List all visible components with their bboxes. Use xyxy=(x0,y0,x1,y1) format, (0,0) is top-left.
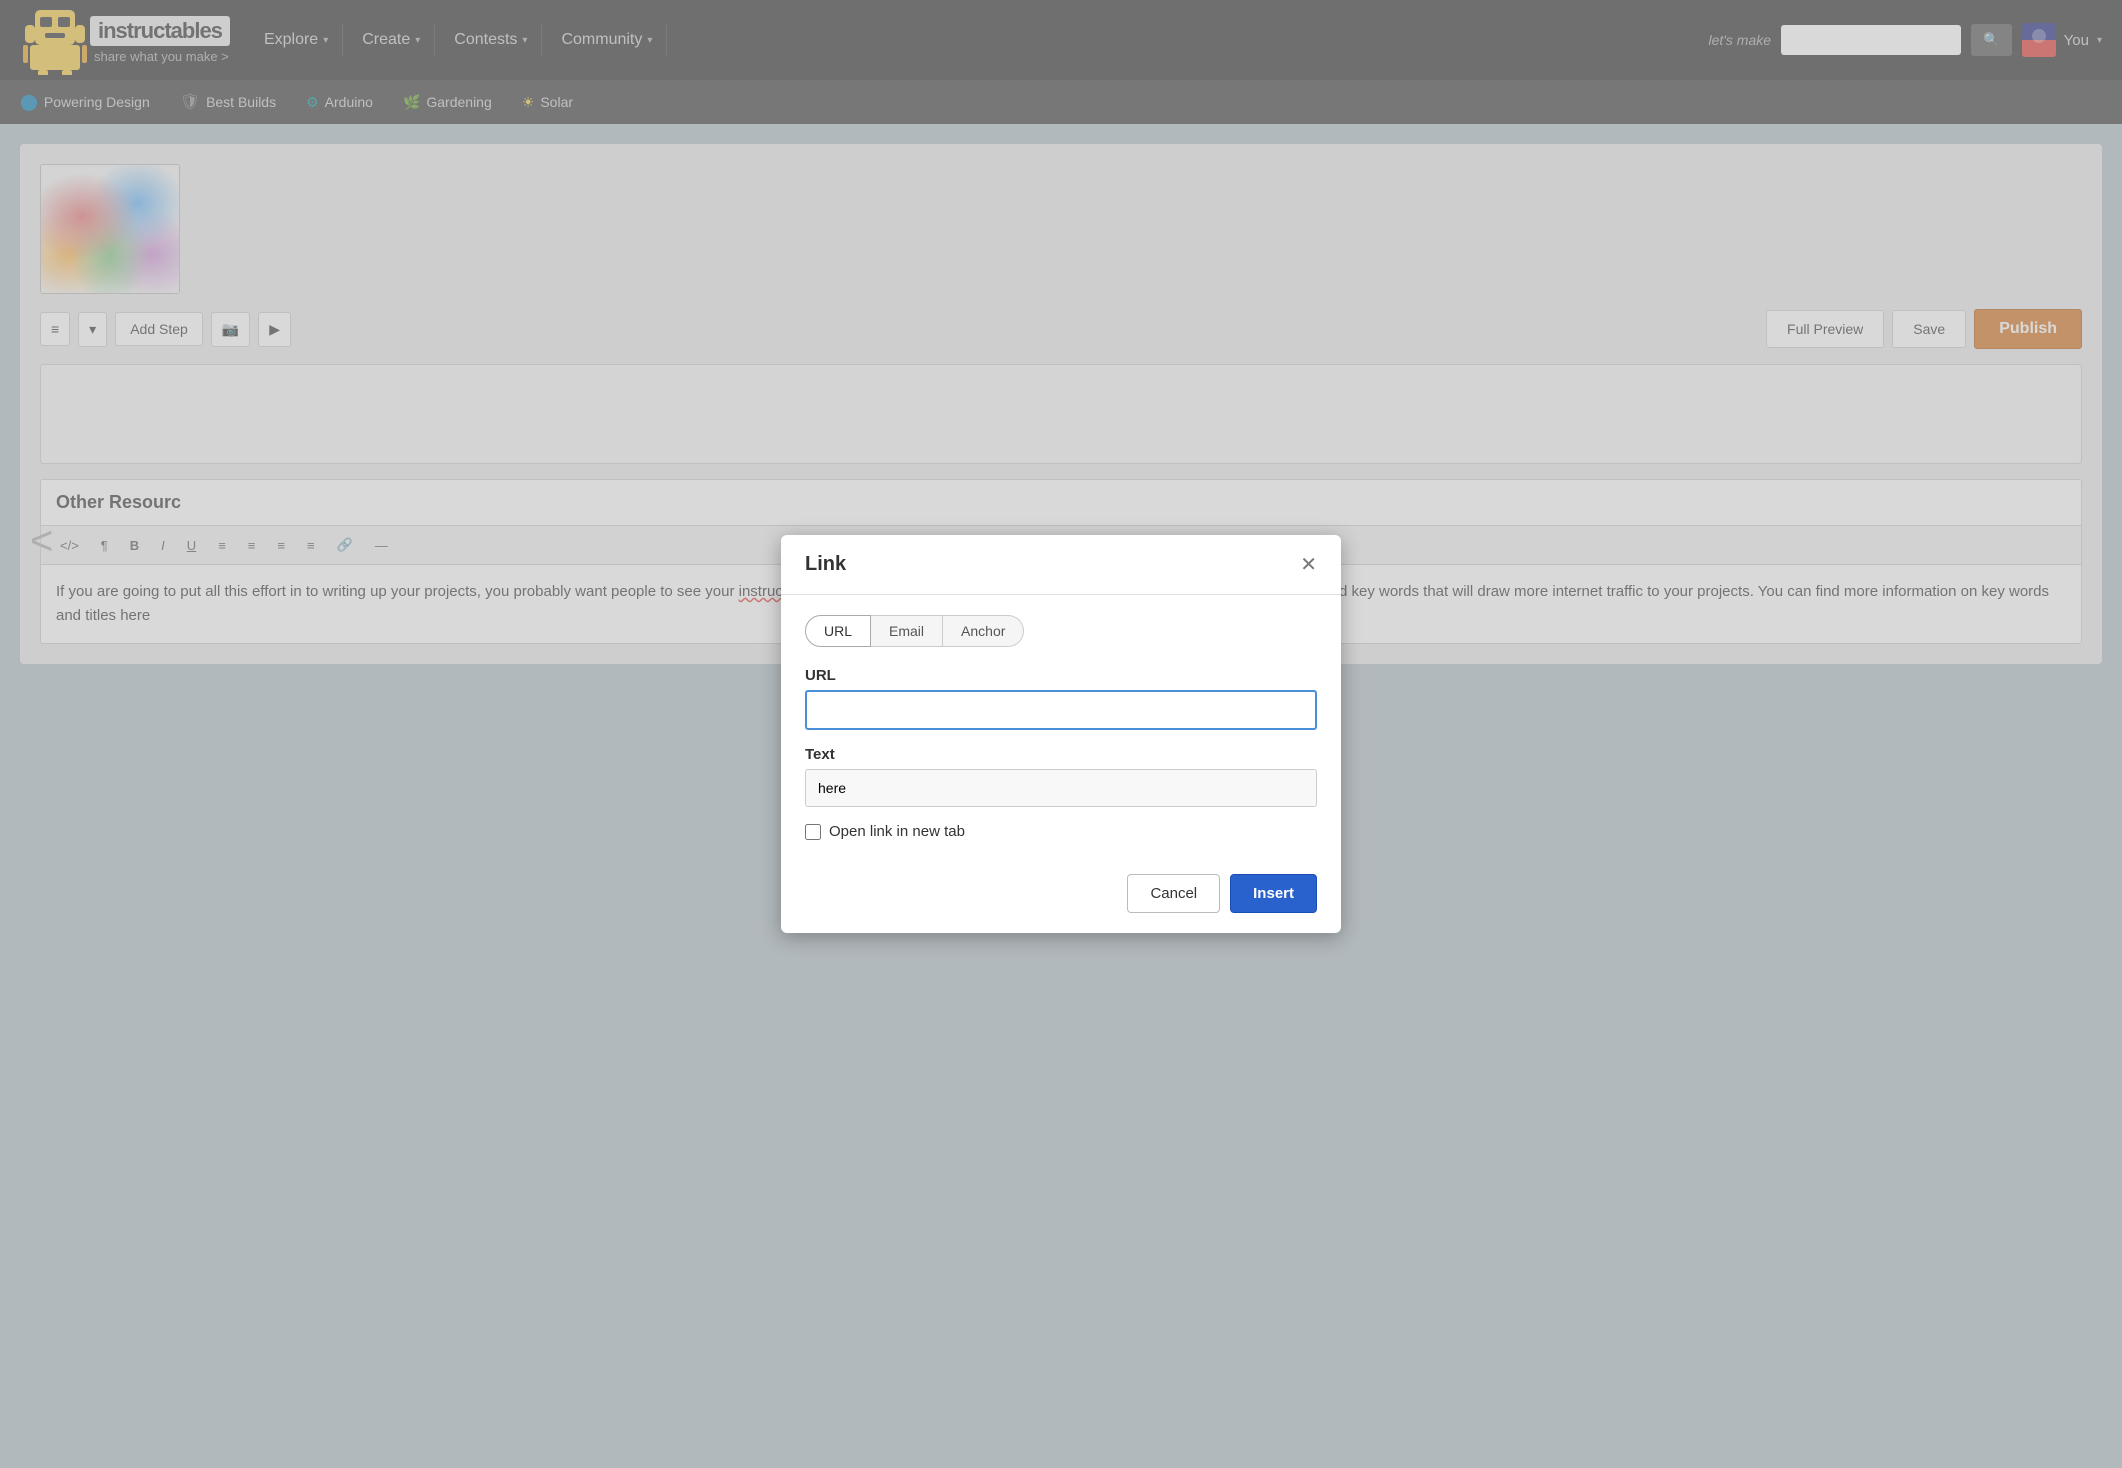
modal-overlay: Link ✕ URL Email Anchor URL Text xyxy=(0,0,2122,1468)
url-input[interactable] xyxy=(805,690,1317,730)
modal-header: Link ✕ xyxy=(781,535,1341,595)
link-modal: Link ✕ URL Email Anchor URL Text xyxy=(781,535,1341,933)
modal-footer: Cancel Insert xyxy=(781,860,1341,933)
insert-button[interactable]: Insert xyxy=(1230,874,1317,913)
new-tab-label: Open link in new tab xyxy=(829,823,965,840)
link-type-tabs: URL Email Anchor xyxy=(805,615,1317,647)
text-input[interactable] xyxy=(805,769,1317,807)
text-label: Text xyxy=(805,746,1317,763)
cancel-button[interactable]: Cancel xyxy=(1127,874,1220,913)
modal-body: URL Email Anchor URL Text Open link in n… xyxy=(781,595,1341,860)
new-tab-row: Open link in new tab xyxy=(805,823,1317,840)
url-label: URL xyxy=(805,667,1317,684)
text-form-group: Text xyxy=(805,746,1317,807)
modal-close-button[interactable]: ✕ xyxy=(1300,555,1317,575)
tab-url[interactable]: URL xyxy=(805,615,871,647)
tab-anchor[interactable]: Anchor xyxy=(943,615,1024,647)
new-tab-checkbox[interactable] xyxy=(805,824,821,840)
modal-title: Link xyxy=(805,553,846,576)
tab-email[interactable]: Email xyxy=(871,615,943,647)
url-form-group: URL xyxy=(805,667,1317,730)
